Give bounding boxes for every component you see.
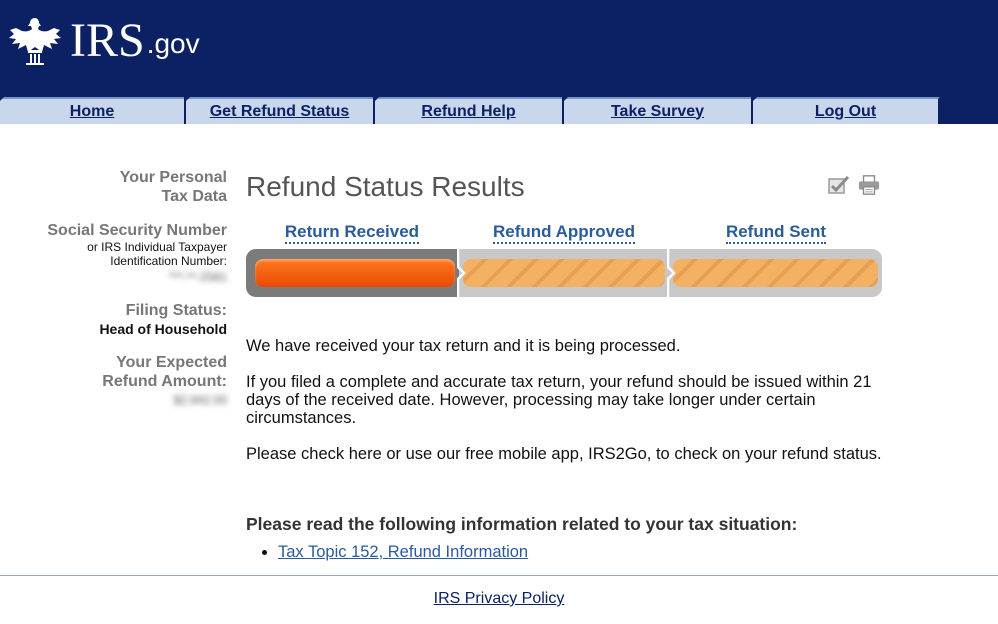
personal-tax-data-sidebar: Your Personal Tax Data Social Security N… — [40, 168, 227, 409]
status-paragraph-2: If you filed a complete and accurate tax… — [246, 373, 872, 427]
logo-suffix: .gov — [146, 28, 200, 59]
ssn-sublabel-2: Identification Number: — [110, 254, 227, 268]
list-item: Tax Topic 152, Refund Information — [278, 543, 528, 562]
status-paragraph-1: We have received your tax return and it … — [246, 337, 681, 355]
nav-link-log-out[interactable]: Log Out — [815, 103, 876, 121]
filing-status-value: Head of Household — [99, 321, 227, 337]
refund-steps-labels: Return Received Refund Approved Refund S… — [246, 222, 882, 244]
step-return-received: Return Received — [246, 222, 458, 244]
refund-progress-bar — [246, 249, 882, 297]
tax-topic-152-link[interactable]: Tax Topic 152, Refund Information — [278, 543, 528, 561]
page-tools — [828, 174, 880, 196]
expected-refund-value: $2,942.00 — [173, 393, 227, 407]
main-nav: Home Get Refund Status Refund Help Take … — [0, 97, 940, 124]
nav-link-take-survey[interactable]: Take Survey — [611, 103, 704, 121]
nav-tab-take-survey[interactable]: Take Survey — [564, 97, 753, 124]
step-refund-approved: Refund Approved — [458, 222, 670, 244]
irs-logo[interactable]: IRS .gov — [6, 10, 200, 70]
info-links-list: Tax Topic 152, Refund Information — [278, 543, 528, 562]
nav-link-get-refund-status[interactable]: Get Refund Status — [210, 103, 350, 121]
logo-text: IRS — [70, 13, 145, 67]
eagle-logo-icon — [9, 18, 61, 65]
footer-divider — [0, 575, 998, 576]
status-paragraph-3: Please check here or use our free mobile… — [246, 445, 882, 463]
step-refund-sent: Refund Sent — [670, 222, 882, 244]
progress-segment-refund-approved — [459, 249, 669, 297]
nav-tab-home[interactable]: Home — [0, 97, 186, 124]
main-content: Refund Status Results — [246, 168, 886, 206]
ssn-value: ***-**-2581 — [168, 270, 227, 284]
progress-segment-refund-sent — [669, 249, 882, 297]
sidebar-title-line2: Tax Data — [161, 188, 227, 205]
progress-divider-1 — [457, 249, 466, 297]
ssn-label: Social Security Number — [47, 222, 227, 239]
nav-tab-refund-help[interactable]: Refund Help — [375, 97, 564, 124]
print-icon[interactable] — [858, 174, 880, 196]
nav-link-refund-help[interactable]: Refund Help — [421, 103, 515, 121]
nav-tab-get-refund-status[interactable]: Get Refund Status — [186, 97, 375, 124]
privacy-policy-link[interactable]: IRS Privacy Policy — [434, 590, 565, 607]
expected-refund-label-1: Your Expected — [116, 354, 227, 371]
status-message: We have received your tax return and it … — [246, 337, 886, 481]
filing-status-label: Filing Status: — [125, 302, 227, 319]
sidebar-title-line1: Your Personal — [119, 169, 227, 186]
nav-tab-log-out[interactable]: Log Out — [753, 97, 940, 124]
progress-segment-return-received — [246, 249, 459, 297]
progress-divider-2 — [667, 249, 676, 297]
site-header: IRS .gov Home Get Refund Status Refund H… — [0, 0, 998, 124]
nav-link-home[interactable]: Home — [70, 103, 114, 121]
checkmark-icon[interactable] — [828, 174, 850, 196]
info-heading: Please read the following information re… — [246, 514, 798, 534]
footer: IRS Privacy Policy — [0, 590, 998, 608]
expected-refund-label-2: Refund Amount: — [102, 373, 227, 390]
page-title: Refund Status Results — [246, 171, 525, 202]
ssn-sublabel-1: or IRS Individual Taxpayer — [87, 240, 227, 254]
